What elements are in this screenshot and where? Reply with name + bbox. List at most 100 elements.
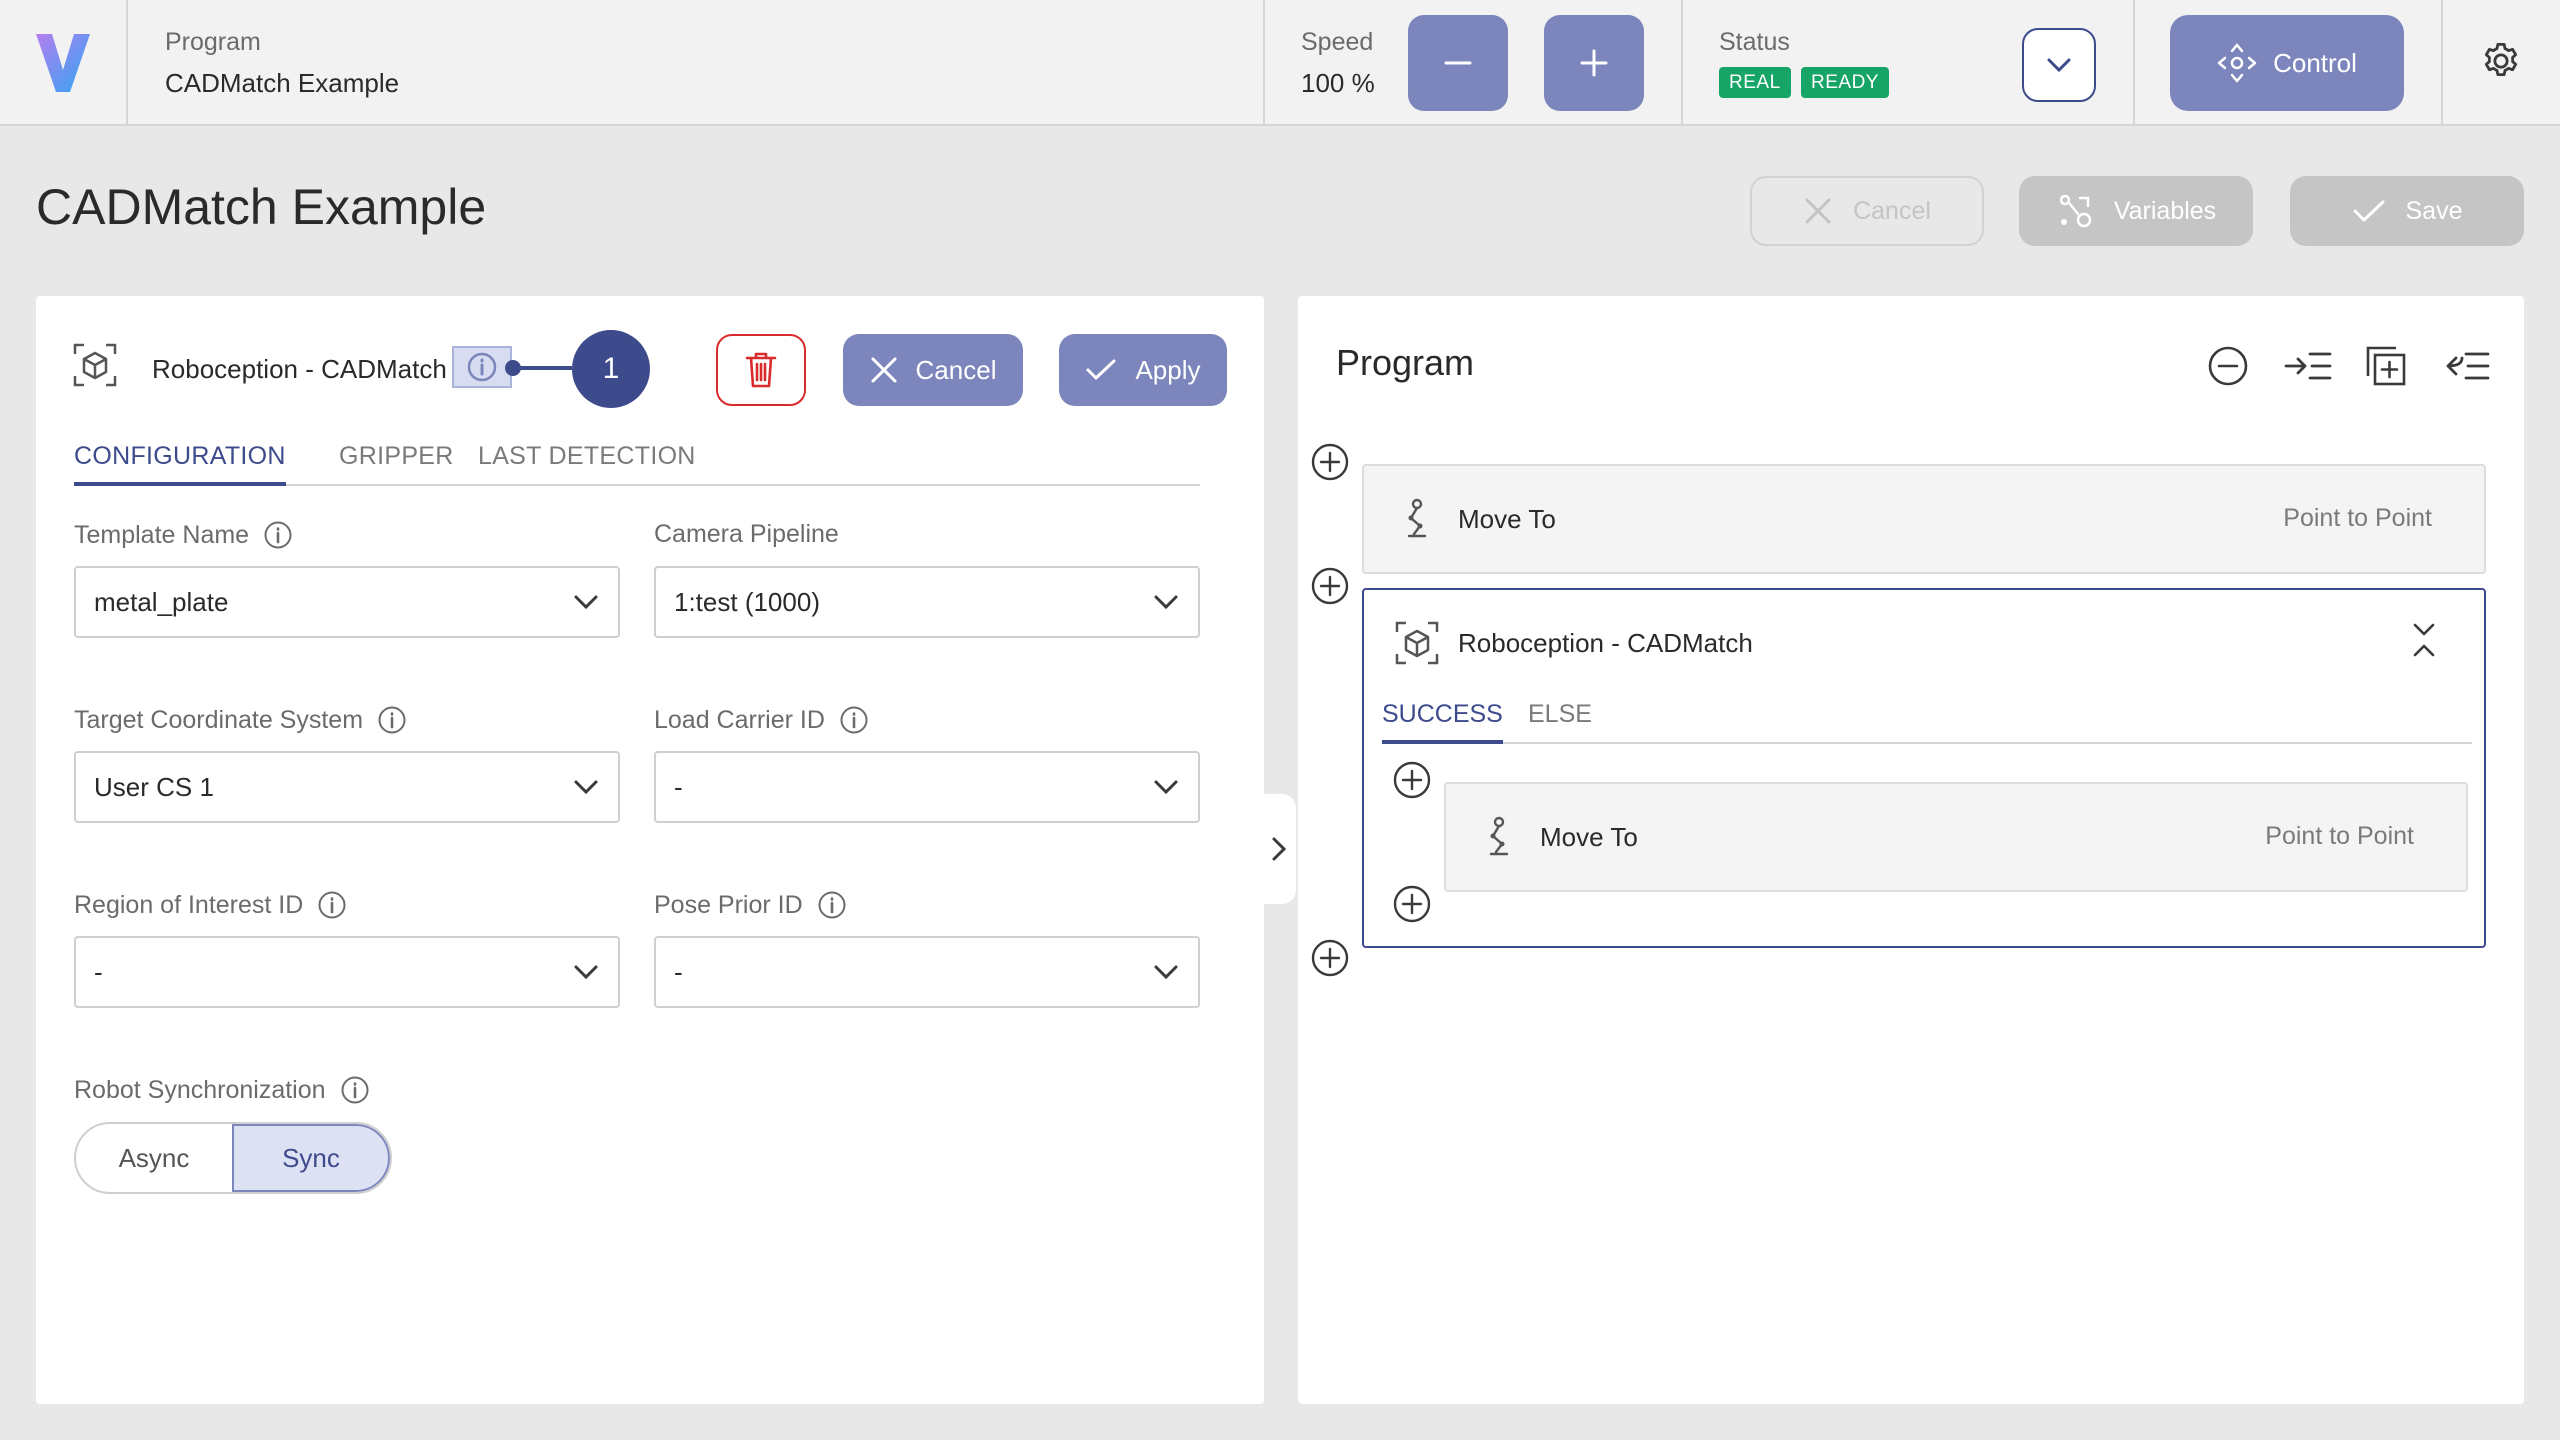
tour-step-marker[interactable]: 1 [572,330,650,408]
add-step-button[interactable] [1392,760,1432,800]
template-name-select[interactable]: metal_plate [74,566,620,638]
status-badge-real: REAL [1719,67,1791,98]
node-config-panel: Roboception - CADMatch 1 Cancel Apply CO… [36,296,1264,1404]
chevron-right-icon [1272,837,1287,861]
plus-icon [1580,49,1608,77]
node-title: Roboception - CADMatch [152,354,447,384]
add-step-button[interactable] [1310,442,1350,482]
tab-else[interactable]: ELSE [1528,700,1592,742]
app-logo[interactable] [34,32,92,94]
minus-icon [1444,61,1472,65]
node-apply-button[interactable]: Apply [1059,334,1227,406]
tab-last-detection[interactable]: LAST DETECTION [478,442,696,484]
program-label: Program [165,28,261,56]
info-icon [467,352,497,382]
chevron-down-icon [574,595,598,610]
control-button[interactable]: Control [2170,15,2404,111]
program-step-move-to[interactable]: Move To Point to Point [1444,782,2468,892]
node-cancel-button[interactable]: Cancel [843,334,1023,406]
plus-circle-icon [1393,885,1431,923]
indent-icon [2284,352,2332,380]
plus-circle-icon [1311,443,1349,481]
info-icon[interactable] [340,1075,370,1105]
load-carrier-label: Load Carrier ID [654,705,869,735]
tab-configuration[interactable]: CONFIGURATION [74,442,286,486]
plus-circle-icon [1311,939,1349,977]
step-type: Point to Point [2265,822,2414,850]
check-icon [2353,200,2384,222]
target-cs-label: Target Coordinate System [74,705,407,735]
info-icon[interactable] [839,705,869,735]
load-carrier-select[interactable]: - [654,751,1200,823]
collapse-all-button[interactable] [2206,344,2250,388]
pose-prior-select[interactable]: - [654,936,1200,1008]
robot-sync-toggle: Async Sync [74,1122,392,1194]
robot-sync-label: Robot Synchronization [74,1075,370,1105]
step-label: Move To [1458,504,1556,534]
step-type: Point to Point [2283,504,2432,532]
status-label: Status [1719,28,1790,56]
tab-gripper[interactable]: GRIPPER [339,442,454,484]
camera-pipeline-label: Camera Pipeline [654,520,839,548]
template-name-label: Template Name [74,520,293,550]
speed-label: Speed [1301,28,1374,56]
close-icon [871,357,897,383]
info-icon[interactable] [377,705,407,735]
sync-option-async[interactable]: Async [76,1124,232,1192]
save-label: Save [2405,196,2463,225]
chevron-down-icon [574,965,598,980]
cadmatch-branch-tabs: SUCCESS ELSE [1382,700,2472,744]
panel-collapse-handle[interactable] [1262,794,1296,904]
node-apply-label: Apply [1135,354,1201,385]
add-step-button[interactable] [1310,938,1350,978]
add-step-button[interactable] [1310,566,1350,606]
save-button[interactable]: Save [2290,176,2524,246]
chevron-down-icon [1154,965,1178,980]
page-title: CADMatch Example [36,179,487,235]
speed-up-button[interactable] [1544,15,1644,111]
speed-down-button[interactable] [1408,15,1508,111]
info-icon[interactable] [317,890,347,920]
page-cancel-button[interactable]: Cancel [1750,176,1984,246]
delete-node-button[interactable] [716,334,806,406]
robot-arm-icon [1407,498,1427,538]
indent-button[interactable] [2284,344,2332,388]
tab-success[interactable]: SUCCESS [1382,700,1503,744]
robot-arm-icon [1489,816,1509,856]
outdent-icon [2446,352,2490,380]
pose-prior-label: Pose Prior ID [654,890,847,920]
cube-scan-icon [72,342,118,388]
minus-circle-icon [2208,346,2248,386]
page-cancel-label: Cancel [1853,196,1931,225]
variables-button[interactable]: Variables [2019,176,2253,246]
trash-icon [745,352,777,388]
program-title: Program [1336,342,1475,383]
add-step-button[interactable] [1392,884,1432,924]
chevron-down-icon [2047,58,2071,73]
program-name: CADMatch Example [165,68,400,98]
collapse-icon[interactable] [2412,622,2436,658]
node-info-button[interactable] [452,346,512,388]
variables-label: Variables [2113,196,2217,225]
step-label: Move To [1540,822,1638,852]
target-cs-select[interactable]: User CS 1 [74,751,620,823]
info-icon[interactable] [263,520,293,550]
chevron-down-icon [1154,780,1178,795]
settings-button[interactable] [2480,40,2522,82]
chevron-down-icon [1154,595,1178,610]
sync-option-sync[interactable]: Sync [231,1124,390,1192]
program-step-move-to[interactable]: Move To Point to Point [1362,464,2486,574]
camera-pipeline-select[interactable]: 1:test (1000) [654,566,1200,638]
node-tabs: CONFIGURATION GRIPPER LAST DETECTION [74,442,1200,486]
plus-circle-icon [1393,761,1431,799]
copy-add-icon [2366,346,2406,386]
variables-icon [2059,194,2092,228]
info-icon[interactable] [817,890,847,920]
status-expand-button[interactable] [2022,28,2096,102]
duplicate-button[interactable] [2364,344,2408,388]
roi-select[interactable]: - [74,936,620,1008]
chevron-down-icon [574,780,598,795]
program-step-cadmatch[interactable]: Roboception - CADMatch SUCCESS ELSE Move… [1362,588,2486,948]
outdent-button[interactable] [2442,344,2490,388]
cube-scan-icon [1395,621,1439,665]
